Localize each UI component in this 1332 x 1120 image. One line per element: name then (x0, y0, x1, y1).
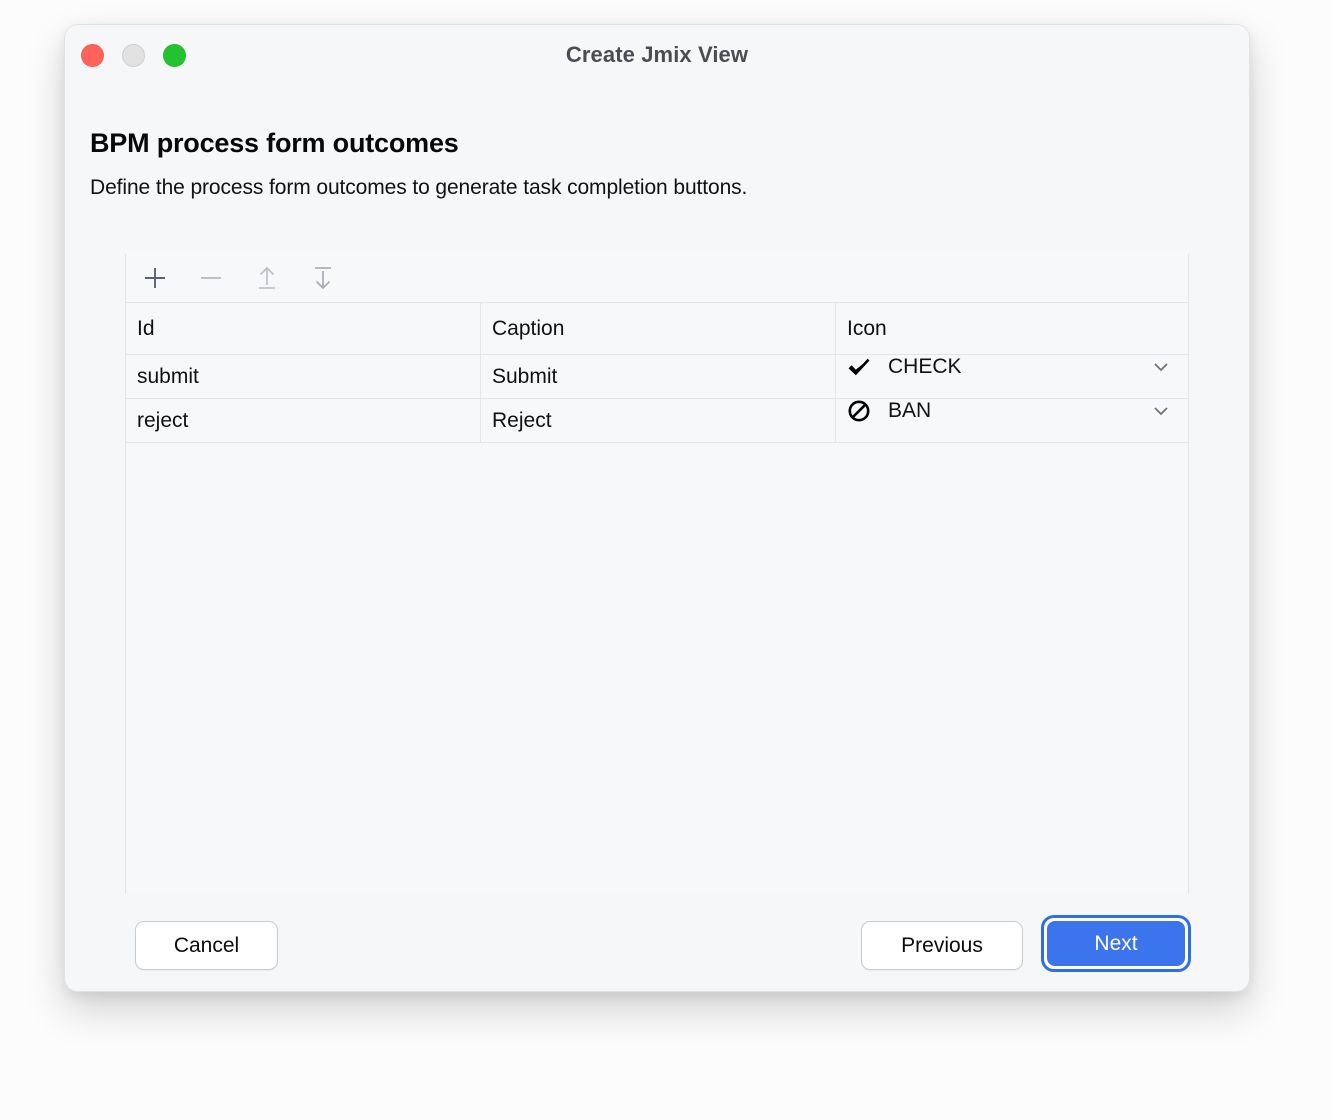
page-subtitle: Define the process form outcomes to gene… (90, 176, 747, 200)
column-header-id[interactable]: Id (126, 303, 480, 354)
table-row[interactable]: reject Reject BAN (126, 399, 1188, 443)
window-title: Create Jmix View (65, 42, 1249, 68)
page-title: BPM process form outcomes (90, 128, 459, 159)
window-titlebar: Create Jmix View (65, 25, 1249, 83)
table-row[interactable]: submit Submit CHECK (126, 355, 1188, 399)
remove-icon (198, 265, 224, 291)
move-up-button[interactable]: Move Up (252, 263, 282, 293)
add-icon (142, 265, 168, 291)
cell-icon[interactable]: BAN (835, 399, 1188, 442)
next-button[interactable]: Next (1047, 921, 1185, 966)
icon-label: BAN (888, 399, 1144, 423)
remove-row-button[interactable]: Remove (196, 263, 226, 293)
table-toolbar: Add Remove Move Up (126, 254, 1188, 303)
cell-caption[interactable]: Submit (480, 355, 835, 398)
screen: Create Jmix View BPM process form outcom… (0, 0, 1332, 1120)
chevron-down-icon[interactable] (1144, 401, 1178, 421)
previous-button[interactable]: Previous (861, 921, 1023, 970)
cancel-button[interactable]: Cancel (135, 921, 278, 970)
dialog-window: Create Jmix View BPM process form outcom… (64, 24, 1250, 992)
cell-caption[interactable]: Reject (480, 399, 835, 442)
cell-icon[interactable]: CHECK (835, 355, 1188, 398)
cell-id[interactable]: submit (126, 355, 480, 398)
cell-id[interactable]: reject (126, 399, 480, 442)
next-button-focus-ring: Next (1041, 915, 1191, 972)
move-down-icon (310, 265, 336, 291)
check-icon (847, 355, 873, 379)
icon-label: CHECK (888, 355, 1144, 379)
add-row-button[interactable]: Add (140, 263, 170, 293)
dialog-content: BPM process form outcomes Define the pro… (65, 83, 1249, 991)
column-header-caption[interactable]: Caption (480, 303, 835, 354)
move-up-icon (254, 265, 280, 291)
table-empty-area[interactable] (126, 443, 1188, 893)
ban-icon (847, 399, 873, 423)
move-down-button[interactable]: Move Down (308, 263, 338, 293)
column-header-icon[interactable]: Icon (835, 303, 1188, 354)
outcomes-table-panel: Add Remove Move Up (125, 254, 1189, 894)
chevron-down-icon[interactable] (1144, 357, 1178, 377)
table-header-row: Id Caption Icon (126, 303, 1188, 355)
